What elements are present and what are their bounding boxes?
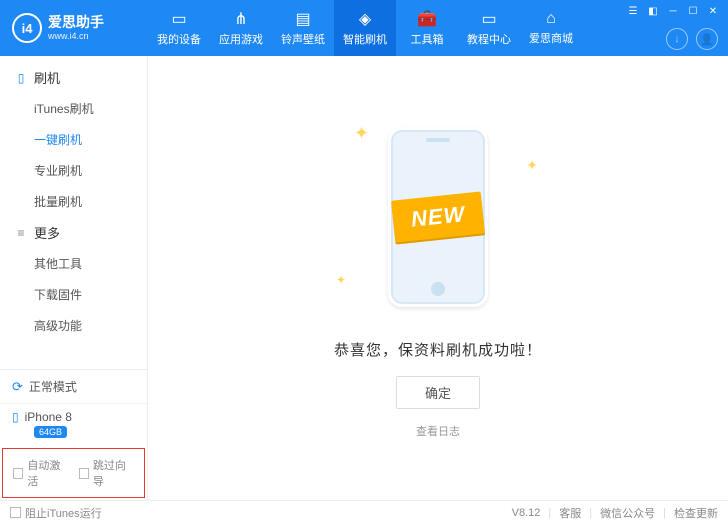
success-message: 恭喜您，保资料刷机成功啦！ [334,339,542,360]
nav-tutorials[interactable]: ▭教程中心 [458,0,520,56]
nav-flash[interactable]: ◈智能刷机 [334,0,396,56]
skin-icon[interactable]: ◧ [646,4,660,18]
device-info-row[interactable]: ▯ iPhone 8 64GB [0,404,147,446]
sidebar-item-oneclick-flash[interactable]: 一键刷机 [0,124,147,155]
sidebar-group-more[interactable]: ≡ 更多 [0,217,147,248]
storage-badge: 64GB [34,426,67,438]
support-link[interactable]: 客服 [559,505,581,521]
phone-small-icon: ▯ [12,410,19,424]
close-icon[interactable]: ✕ [706,4,720,18]
toolbox-icon: 🧰 [417,9,437,29]
checkbox-auto-activate[interactable]: 自动激活 [13,457,69,489]
device-mode-row[interactable]: ⟳ 正常模式 [0,370,147,404]
brand-title: 爱思助手 [48,15,104,30]
checkbox-skip-guide[interactable]: 跳过向导 [79,457,135,489]
main-nav: ▭我的设备 ⋔应用游戏 ▤铃声壁纸 ◈智能刷机 🧰工具箱 ▭教程中心 ⌂爱思商城 [148,0,582,56]
sidebar-item-pro-flash[interactable]: 专业刷机 [0,155,147,186]
device-name: iPhone 8 [25,410,72,424]
sidebar-item-batch-flash[interactable]: 批量刷机 [0,186,147,217]
view-log-link[interactable]: 查看日志 [416,423,460,439]
device-icon: ▯ [14,71,28,85]
nav-apps[interactable]: ⋔应用游戏 [210,0,272,56]
check-update-link[interactable]: 检查更新 [674,505,718,521]
phone-icon: ▭ [171,9,186,29]
book-icon: ▭ [481,9,496,29]
nav-toolbox[interactable]: 🧰工具箱 [396,0,458,56]
wallpaper-icon: ▤ [295,9,310,29]
more-icon: ≡ [14,226,28,240]
download-icon[interactable]: ↓ [666,28,688,50]
store-icon: ⌂ [546,10,556,28]
flash-options-highlight: 自动激活 跳过向导 [2,448,145,498]
app-header: i4 爱思助手 www.i4.cn ▭我的设备 ⋔应用游戏 ▤铃声壁纸 ◈智能刷… [0,0,728,56]
status-bar: 阻止iTunes运行 V8.12 | 客服 | 微信公众号 | 检查更新 [0,500,728,524]
user-icon[interactable]: 👤 [696,28,718,50]
apps-icon: ⋔ [234,9,247,29]
flash-icon: ◈ [359,9,371,29]
nav-ringtones[interactable]: ▤铃声壁纸 [272,0,334,56]
nav-my-device[interactable]: ▭我的设备 [148,0,210,56]
window-controls: ☰ ◧ ─ ☐ ✕ [626,4,720,18]
sidebar-group-flash[interactable]: ▯ 刷机 [0,62,147,93]
refresh-icon: ⟳ [12,379,23,395]
nav-store[interactable]: ⌂爱思商城 [520,0,582,56]
main-panel: ✦ ✦ ✦ NEW 恭喜您，保资料刷机成功啦！ 确定 查看日志 [148,56,728,500]
brand-subtitle: www.i4.cn [48,31,104,41]
sidebar-item-other-tools[interactable]: 其他工具 [0,248,147,279]
sidebar: ▯ 刷机 iTunes刷机 一键刷机 专业刷机 批量刷机 ≡ 更多 其他工具 下… [0,56,148,500]
menu-icon[interactable]: ☰ [626,4,640,18]
wechat-link[interactable]: 微信公众号 [600,505,655,521]
version-label: V8.12 [512,507,541,519]
sidebar-item-itunes-flash[interactable]: iTunes刷机 [0,93,147,124]
success-illustration: ✦ ✦ ✦ NEW [328,117,548,317]
sidebar-item-advanced[interactable]: 高级功能 [0,310,147,341]
brand-logo: i4 [12,13,42,43]
sidebar-item-download-fw[interactable]: 下载固件 [0,279,147,310]
checkbox-block-itunes[interactable]: 阻止iTunes运行 [10,505,102,521]
minimize-icon[interactable]: ─ [666,4,680,18]
maximize-icon[interactable]: ☐ [686,4,700,18]
ok-button[interactable]: 确定 [396,376,480,409]
brand: i4 爱思助手 www.i4.cn [0,13,148,43]
